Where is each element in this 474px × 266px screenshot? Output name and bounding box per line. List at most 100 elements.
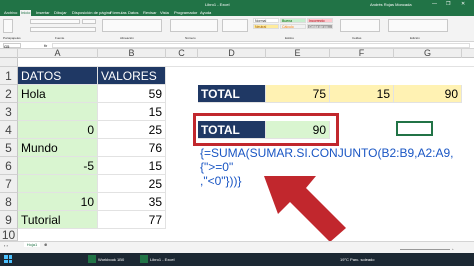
tab-dibujar[interactable]: Dibujar bbox=[54, 10, 67, 15]
alignment-buttons[interactable] bbox=[102, 19, 162, 32]
group-edicion: Edición bbox=[410, 36, 420, 40]
col-header-e[interactable]: E bbox=[266, 49, 330, 58]
title-bar: Libro1 - Excel Andrés Rojas Moncada — ❐ … bbox=[0, 0, 474, 9]
tab-revisar[interactable]: Revisar bbox=[143, 10, 157, 15]
tab-archivo[interactable]: Archivo bbox=[4, 10, 17, 15]
cell-a1[interactable]: DATOS bbox=[18, 67, 98, 85]
cell-b7[interactable]: 25 bbox=[98, 175, 166, 193]
row-header-9[interactable]: 9 bbox=[0, 211, 18, 229]
tab-datos[interactable]: Datos bbox=[128, 10, 138, 15]
row-header-7[interactable]: 7 bbox=[0, 175, 18, 193]
style-calculo[interactable]: Cálculo bbox=[280, 24, 306, 29]
grid-spacer-row bbox=[18, 58, 474, 67]
user-name[interactable]: Andrés Rojas Moncada bbox=[370, 2, 412, 7]
style-buena[interactable]: Buena bbox=[280, 18, 306, 23]
close-icon[interactable]: ✕ bbox=[461, 1, 465, 7]
row-header-6[interactable]: 6 bbox=[0, 157, 18, 175]
row-header-10[interactable]: 10 bbox=[0, 229, 18, 241]
formula-line-1: {=SUMA(SUMAR.SI.CONJUNTO(B2:B9,A2:A9,{">… bbox=[200, 146, 454, 174]
col-header-b[interactable]: B bbox=[98, 49, 166, 58]
formula-bar: G5 fx bbox=[0, 42, 474, 49]
tab-vista[interactable]: Vista bbox=[160, 10, 169, 15]
font-format-buttons[interactable] bbox=[30, 27, 96, 32]
col-header-f[interactable]: F bbox=[330, 49, 394, 58]
tab-programador[interactable]: Programador bbox=[174, 10, 197, 15]
taskbar-item-libro1[interactable]: Libro1 - Excel bbox=[150, 257, 174, 262]
cell-d2-total-label[interactable]: TOTAL bbox=[198, 85, 266, 103]
tab-disposicion[interactable]: Disposición de página bbox=[72, 10, 111, 15]
fx-icon[interactable]: fx bbox=[44, 43, 47, 48]
zoom-in-icon[interactable]: + bbox=[452, 247, 454, 251]
row-header-5[interactable]: 5 bbox=[0, 139, 18, 157]
cell-a9[interactable]: Tutorial bbox=[18, 211, 98, 229]
style-neutral[interactable]: Neutral bbox=[253, 24, 279, 29]
tab-insertar[interactable]: Insertar bbox=[36, 10, 50, 15]
style-incorrecto[interactable]: Incorrecto bbox=[307, 18, 333, 23]
group-fuente: Fuente bbox=[55, 36, 65, 40]
minimize-icon[interactable]: — bbox=[432, 1, 437, 7]
cell-a8[interactable]: 10 bbox=[18, 193, 98, 211]
ribbon: Portapapeles Fuente Alineación Número No… bbox=[0, 16, 474, 42]
cell-b4[interactable]: 25 bbox=[98, 121, 166, 139]
col-header-c[interactable]: C bbox=[166, 49, 198, 58]
cell-e2[interactable]: 75 bbox=[266, 85, 330, 103]
row-header-4[interactable]: 4 bbox=[0, 121, 18, 139]
row-header-spacer bbox=[0, 58, 18, 67]
col-header-d[interactable]: D bbox=[198, 49, 266, 58]
cell-b1[interactable]: VALORES bbox=[98, 67, 166, 85]
name-box[interactable]: G5 bbox=[3, 43, 21, 49]
excel-taskbar-icon-2[interactable] bbox=[140, 255, 148, 263]
callout-box bbox=[193, 113, 339, 146]
cell-b8[interactable]: 35 bbox=[98, 193, 166, 211]
conditional-format-button[interactable] bbox=[222, 19, 248, 32]
row-header-3[interactable]: 3 bbox=[0, 103, 18, 121]
cell-a6[interactable]: -5 bbox=[18, 157, 98, 175]
taskbar: Workbook 1B0 Libro1 - Excel 19°C Parc. s… bbox=[0, 253, 474, 266]
callout-arrow-icon bbox=[264, 176, 346, 242]
font-name-select[interactable] bbox=[30, 19, 80, 24]
weather-widget[interactable]: 19°C Parc. soleado bbox=[340, 257, 375, 262]
restore-icon[interactable]: ❐ bbox=[446, 1, 450, 7]
style-normal[interactable]: Normal bbox=[253, 18, 279, 23]
col-header-a[interactable]: A bbox=[18, 49, 98, 58]
tab-formulas[interactable]: Fórmulas bbox=[110, 10, 127, 15]
group-numero: Número bbox=[185, 36, 196, 40]
cell-b3[interactable]: 15 bbox=[98, 103, 166, 121]
cell-b9[interactable]: 77 bbox=[98, 211, 166, 229]
zoom-slider[interactable] bbox=[400, 249, 450, 250]
cell-g2[interactable]: 90 bbox=[394, 85, 462, 103]
cell-f2[interactable]: 15 bbox=[330, 85, 394, 103]
cells-buttons[interactable] bbox=[340, 19, 380, 32]
ribbon-tabs: Archivo Inicio Insertar Dibujar Disposic… bbox=[0, 9, 474, 16]
cell-b6[interactable]: 15 bbox=[98, 157, 166, 175]
row-header-2[interactable]: 2 bbox=[0, 85, 18, 103]
selected-cell[interactable] bbox=[396, 121, 433, 136]
window-title: Libro1 - Excel bbox=[205, 2, 230, 7]
cell-a5[interactable]: Mundo bbox=[18, 139, 98, 157]
cell-b5[interactable]: 76 bbox=[98, 139, 166, 157]
group-celdas: Celdas bbox=[352, 36, 362, 40]
group-portapapeles: Portapapeles bbox=[3, 36, 21, 40]
cell-a7[interactable] bbox=[18, 175, 98, 193]
font-size-select[interactable] bbox=[82, 19, 96, 24]
cell-a4[interactable]: 0 bbox=[18, 121, 98, 139]
editing-buttons[interactable] bbox=[388, 19, 448, 32]
formula-input[interactable] bbox=[52, 43, 470, 48]
row-header-8[interactable]: 8 bbox=[0, 193, 18, 211]
group-estilos: Estilos bbox=[285, 36, 294, 40]
column-headers: A B C D E F G bbox=[0, 49, 474, 58]
group-alineacion: Alineación bbox=[120, 36, 134, 40]
style-celda-comprobacion[interactable]: Celda de co... bbox=[307, 24, 333, 29]
cell-b2[interactable]: 59 bbox=[98, 85, 166, 103]
number-format[interactable] bbox=[170, 19, 218, 32]
row-header-1[interactable]: 1 bbox=[0, 67, 18, 85]
cell-a3[interactable] bbox=[18, 103, 98, 121]
taskbar-item-workbook[interactable]: Workbook 1B0 bbox=[98, 257, 124, 262]
select-all-corner[interactable] bbox=[0, 49, 18, 58]
paste-icon[interactable] bbox=[3, 19, 13, 33]
tab-ayuda[interactable]: Ayuda bbox=[200, 10, 211, 15]
excel-taskbar-icon[interactable] bbox=[88, 255, 96, 263]
col-header-g[interactable]: G bbox=[394, 49, 462, 58]
cell-a2[interactable]: Hola bbox=[18, 85, 98, 103]
windows-icon[interactable] bbox=[4, 255, 12, 263]
